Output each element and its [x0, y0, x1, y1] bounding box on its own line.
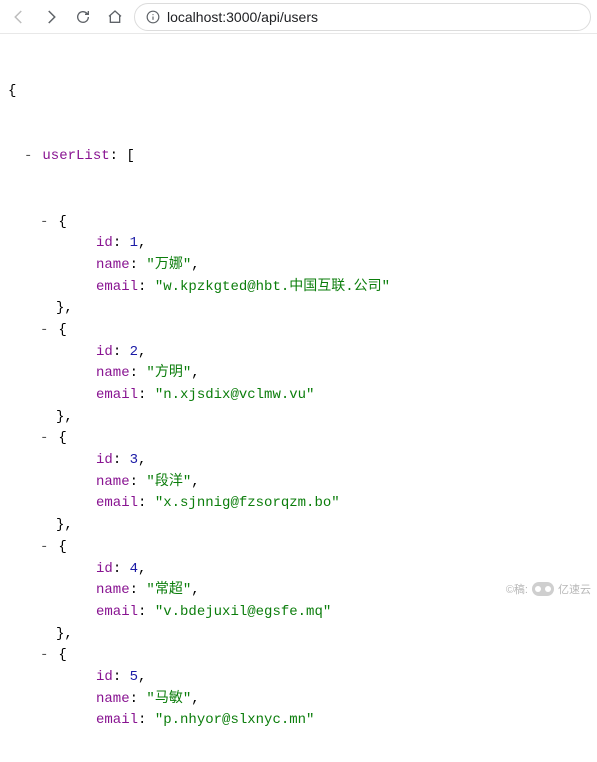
json-item-close: },	[56, 407, 589, 429]
json-field-name: name: "段洋",	[96, 472, 589, 494]
reload-icon	[75, 9, 91, 25]
site-info-icon[interactable]	[145, 9, 161, 25]
json-field-email: email: "w.kpzkgted@hbt.中国互联.公司"	[96, 277, 589, 299]
collapse-toggle[interactable]: -	[40, 645, 50, 667]
json-field-id: id: 3,	[96, 450, 589, 472]
arrow-left-icon	[10, 8, 28, 26]
collapse-toggle[interactable]: -	[40, 320, 50, 342]
reload-button[interactable]	[70, 4, 96, 30]
collapse-toggle[interactable]: -	[40, 428, 50, 450]
json-field-id: id: 2,	[96, 342, 589, 364]
forward-button[interactable]	[38, 4, 64, 30]
json-field-id: id: 4,	[96, 559, 589, 581]
url-text: localhost:3000/api/users	[167, 9, 318, 25]
json-field-name: name: "万娜",	[96, 255, 589, 277]
json-item-open: - {	[40, 645, 589, 667]
home-button[interactable]	[102, 4, 128, 30]
json-item-close: },	[56, 298, 589, 320]
json-item-open: - {	[40, 320, 589, 342]
json-field-name: name: "方明",	[96, 363, 589, 385]
watermark-brand: 亿速云	[558, 581, 591, 597]
json-field-id: id: 5,	[96, 667, 589, 689]
watermark-logo-icon	[532, 582, 554, 596]
json-item-close: },	[56, 515, 589, 537]
collapse-toggle[interactable]: -	[24, 146, 34, 168]
json-brace-open: {	[8, 81, 589, 103]
json-field-email: email: "p.nhyor@slxnyc.mn"	[96, 710, 589, 732]
collapse-toggle[interactable]: -	[40, 212, 50, 234]
json-item-open: - {	[40, 428, 589, 450]
arrow-right-icon	[42, 8, 60, 26]
json-viewer: { - userList: [ - {id: 1,name: "万娜",emai…	[0, 34, 597, 762]
json-item-open: - {	[40, 537, 589, 559]
json-field-id: id: 1,	[96, 233, 589, 255]
watermark-prefix: ©稿:	[506, 581, 528, 597]
watermark: ©稿: 亿速云	[506, 581, 591, 597]
json-item-close: },	[56, 624, 589, 646]
json-item-open: - {	[40, 212, 589, 234]
json-field-name: name: "马敏",	[96, 689, 589, 711]
back-button[interactable]	[6, 4, 32, 30]
address-bar[interactable]: localhost:3000/api/users	[134, 3, 591, 31]
json-field-email: email: "v.bdejuxil@egsfe.mq"	[96, 602, 589, 624]
browser-toolbar: localhost:3000/api/users	[0, 0, 597, 34]
collapse-toggle[interactable]: -	[40, 537, 50, 559]
json-field-email: email: "x.sjnnig@fzsorqzm.bo"	[96, 493, 589, 515]
json-root-key: - userList: [	[24, 146, 589, 168]
json-field-email: email: "n.xjsdix@vclmw.vu"	[96, 385, 589, 407]
home-icon	[107, 9, 123, 25]
